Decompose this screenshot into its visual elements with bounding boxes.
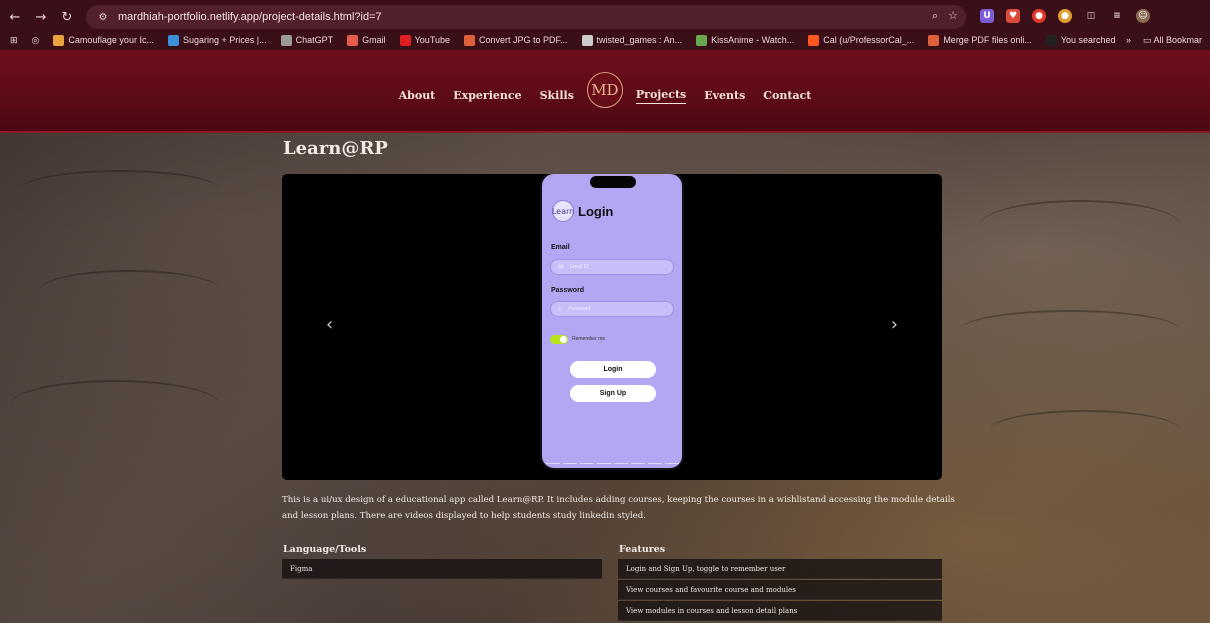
tools-heading: Language/Tools xyxy=(283,544,367,555)
chrome-icon[interactable]: ◎ xyxy=(32,35,40,46)
bookmark-favicon-icon xyxy=(808,34,820,46)
bookmark-star-icon[interactable]: ☆ xyxy=(948,9,958,23)
features-list: Login and Sign Up, toggle to remember us… xyxy=(618,559,942,622)
reload-icon[interactable]: ↻ xyxy=(56,6,78,28)
back-icon[interactable]: ← xyxy=(4,6,26,28)
bookmark-favicon-icon xyxy=(928,34,940,46)
bookmark-label: Merge PDF files onli... xyxy=(943,35,1032,45)
mockup-password-placeholder: Password xyxy=(568,306,591,312)
carousel-prev-button[interactable]: ‹ xyxy=(326,314,333,335)
bookmark-item[interactable]: Convert JPG to PDF... xyxy=(464,34,568,46)
mockup-password-label: Password xyxy=(551,287,585,294)
extension-icon[interactable]: ● xyxy=(1032,9,1046,23)
bookmark-item[interactable]: KissAnime - Watch... xyxy=(696,34,795,46)
bookmark-label: Cal (u/ProfessorCal_... xyxy=(823,35,915,45)
mockup-login-button: Login xyxy=(570,361,656,378)
bookmark-favicon-icon xyxy=(167,34,179,46)
mockup-login-title: Login xyxy=(578,204,614,219)
extensions-puzzle-icon[interactable]: ◫ xyxy=(1084,9,1098,23)
zoom-icon[interactable]: ⌕ xyxy=(932,9,938,23)
nav-contact[interactable]: Contact xyxy=(763,89,811,104)
bookmark-favicon-icon xyxy=(280,34,292,46)
app-logo: Learn xyxy=(552,200,574,222)
bookmark-favicon-icon xyxy=(581,34,593,46)
features-heading: Features xyxy=(619,544,666,555)
site-settings-icon[interactable]: ⚙ xyxy=(96,10,110,24)
lock-icon: ⌂ xyxy=(558,305,563,313)
extensions-area: U ♥ ● ● ◫ ≡ ☺ xyxy=(980,9,1150,23)
bookmark-label: Gmail xyxy=(362,35,386,45)
nav-about[interactable]: About xyxy=(399,89,436,104)
project-title: Learn@RP xyxy=(283,138,388,159)
background-texture xyxy=(980,200,1180,250)
bookmark-item[interactable]: Merge PDF files onli... xyxy=(928,34,1032,46)
bookmark-item[interactable]: Sugaring + Prices |... xyxy=(167,34,267,46)
bookmark-label: Convert JPG to PDF... xyxy=(479,35,568,45)
carousel-indicators xyxy=(542,463,682,464)
extension-icon[interactable]: U xyxy=(980,9,994,23)
apps-icon[interactable]: ⊞ xyxy=(10,35,18,46)
bookmark-label: YouTube xyxy=(414,35,450,45)
bookmark-label: Camouflage your Ic... xyxy=(68,35,154,45)
bookmark-item[interactable]: Gmail xyxy=(347,34,386,46)
more-bookmarks-icon[interactable]: » xyxy=(1126,35,1131,45)
background-texture xyxy=(40,270,220,310)
all-bookmarks-label: All Bookmar xyxy=(1153,34,1202,45)
background-texture xyxy=(990,410,1180,450)
reading-list-icon[interactable]: ≡ xyxy=(1110,9,1124,23)
page-body: About Experience Skills MD Projects Even… xyxy=(0,50,1210,623)
tools-list: Figma xyxy=(282,559,602,580)
bookmark-item[interactable]: Camouflage your Ic... xyxy=(53,34,154,46)
background-texture xyxy=(960,310,1180,350)
bookmark-item[interactable]: twisted_games : An... xyxy=(581,34,683,46)
bookmark-favicon-icon xyxy=(1045,34,1057,46)
bookmark-label: Sugaring + Prices |... xyxy=(182,35,267,45)
extension-icon[interactable]: ♥ xyxy=(1006,9,1020,23)
profile-avatar[interactable]: ☺ xyxy=(1136,9,1150,23)
background-texture xyxy=(20,170,220,210)
address-bar[interactable]: ⚙ mardhiah-portfolio.netlify.app/project… xyxy=(86,5,966,29)
mail-icon: ✉ xyxy=(558,264,564,271)
bookmark-favicon-icon xyxy=(464,34,475,46)
site-logo[interactable]: MD xyxy=(586,72,623,108)
bookmark-item[interactable]: YouTube xyxy=(399,34,450,46)
phone-mockup-image: Learn Login Email ✉ Email ID Password ⌂ … xyxy=(540,174,684,470)
bookmark-label: twisted_games : An... xyxy=(596,35,683,45)
extension-icon[interactable]: ● xyxy=(1058,9,1072,23)
bookmarks-bar: ⊞ ◎ Camouflage your Ic... Sugaring + Pric… xyxy=(0,30,1210,50)
tool-item: Figma xyxy=(282,559,602,579)
image-carousel: ‹ › Learn Login Email ✉ Email ID Passwor… xyxy=(282,174,942,480)
mockup-password-field: ⌂ Password xyxy=(550,301,674,317)
project-description: This is a ui/ux design of a educational … xyxy=(282,495,955,521)
bookmark-favicon-icon xyxy=(696,34,708,46)
nav-skills[interactable]: Skills xyxy=(540,89,574,104)
mockup-remember-label: Remember me xyxy=(572,336,606,342)
nav-projects[interactable]: Projects xyxy=(635,88,687,104)
mockup-email-field: ✉ Email ID xyxy=(550,259,674,275)
url-text: mardhiah-portfolio.netlify.app/project-d… xyxy=(118,11,382,23)
bookmark-label: KissAnime - Watch... xyxy=(711,35,795,45)
nav-experience[interactable]: Experience xyxy=(453,89,521,104)
mockup-remember-toggle xyxy=(550,335,568,344)
bookmark-item[interactable]: Cal (u/ProfessorCal_... xyxy=(808,34,915,46)
bookmark-favicon-icon xyxy=(347,34,359,46)
main-nav: About Experience Skills MD Projects Even… xyxy=(0,72,1210,108)
bookmark-favicon-icon xyxy=(53,34,65,46)
all-bookmarks-button[interactable]: ▭ All Bookmar xyxy=(1143,35,1202,46)
bookmark-label: ChatGPT xyxy=(295,35,334,45)
mockup-signup-button: Sign Up xyxy=(570,385,656,402)
nav-events[interactable]: Events xyxy=(704,89,745,104)
mockup-email-label: Email xyxy=(551,244,570,251)
background-texture xyxy=(10,380,220,430)
site-header: About Experience Skills MD Projects Even… xyxy=(0,50,1210,133)
carousel-next-button[interactable]: › xyxy=(891,314,898,335)
mockup-email-placeholder: Email ID xyxy=(569,264,589,270)
bookmark-favicon-icon xyxy=(399,34,411,46)
bookmark-item[interactable]: ChatGPT xyxy=(280,34,334,46)
feature-item: View courses and favourite course and mo… xyxy=(618,580,942,600)
feature-item: View modules in courses and lesson detai… xyxy=(618,601,942,621)
forward-icon[interactable]: → xyxy=(30,6,52,28)
feature-item: Login and Sign Up, toggle to remember us… xyxy=(618,559,942,579)
phone-notch xyxy=(590,176,636,188)
